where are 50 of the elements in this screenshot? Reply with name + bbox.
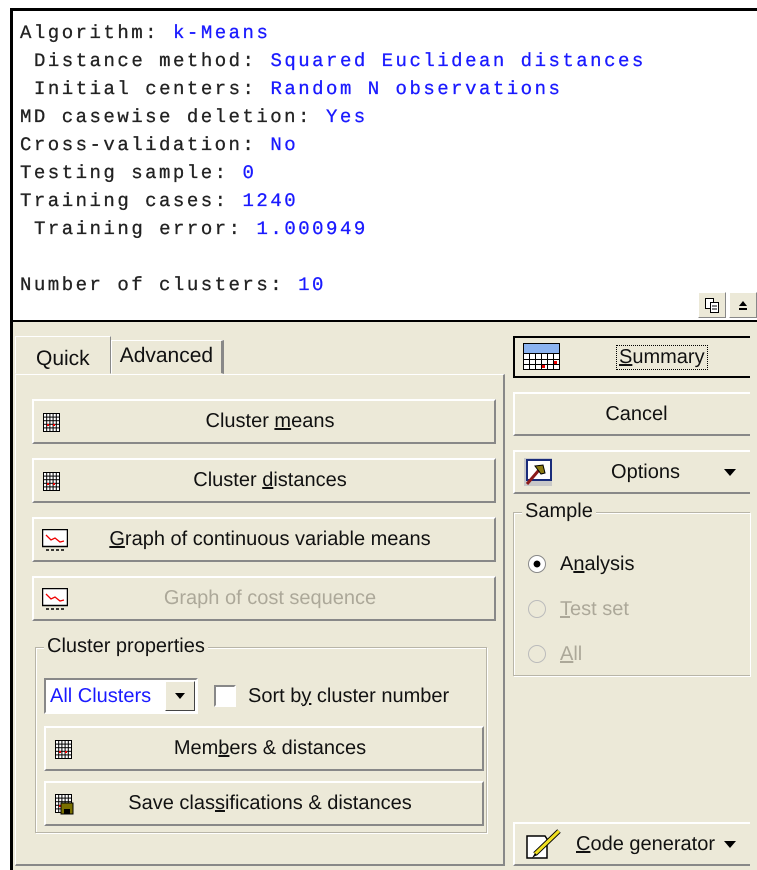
report-label: Training cases: [20,190,229,212]
report-label: Testing sample: [20,162,229,184]
line-chart-icon [42,588,68,610]
spreadsheet-icon [523,343,561,371]
radio-label[interactable]: Analysis [560,552,634,576]
action-button[interactable]: Summary [513,336,750,378]
checkbox[interactable] [214,685,236,707]
caret-icon [724,468,736,476]
action-button[interactable]: Cluster distances [32,458,496,503]
report-value: 10 [298,274,326,296]
line-chart-icon [42,528,68,550]
report-label: Distance method: [34,50,256,72]
report-value: Random N observations [270,78,562,100]
radio-button[interactable] [528,555,546,573]
cluster-dropdown[interactable]: All Clusters [44,678,198,714]
report-value: Squared Euclidean distances [270,50,646,72]
report-value: 1.000949 [256,218,368,240]
group-title: Sample [522,500,596,523]
copy-button[interactable] [698,292,726,318]
report-label: Initial centers: [34,78,256,100]
copy-icon [704,297,720,313]
report-value: k-Means [173,22,270,44]
checkbox-label[interactable]: Sort by cluster number [248,684,450,708]
report-label: MD casewise deletion: [20,106,312,128]
report-label: Training error: [34,218,243,240]
report-value: 0 [242,162,256,184]
report-value: 1240 [242,190,298,212]
tab[interactable]: Quick [15,336,111,374]
hammer-icon [523,457,553,487]
action-button[interactable]: Cancel [513,392,750,436]
action-button[interactable]: Options [513,450,750,494]
report-label: Cross-validation: [20,134,256,156]
collapse-button[interactable] [729,292,757,318]
tab[interactable]: Advanced [110,340,224,374]
code-generator-button[interactable]: Code generator [513,822,750,866]
report-value: Yes [326,106,368,128]
report-label: Algorithm: [20,22,160,44]
caret-icon [724,840,736,848]
grid-icon [54,738,72,758]
action-button[interactable]: Graph of continuous variable means [32,517,496,562]
group-title: Cluster properties [44,635,208,658]
action-button[interactable]: Save classifications & distances [44,781,484,826]
grid-icon [42,470,60,490]
caret-icon [175,693,185,699]
grid-icon [42,412,60,432]
report-value: No [270,134,298,156]
action-button[interactable]: Cluster means [32,399,496,444]
up-arrow-icon [738,299,748,311]
action-button[interactable]: Members & distances [44,726,484,771]
report-label: Number of clusters: [20,274,284,296]
